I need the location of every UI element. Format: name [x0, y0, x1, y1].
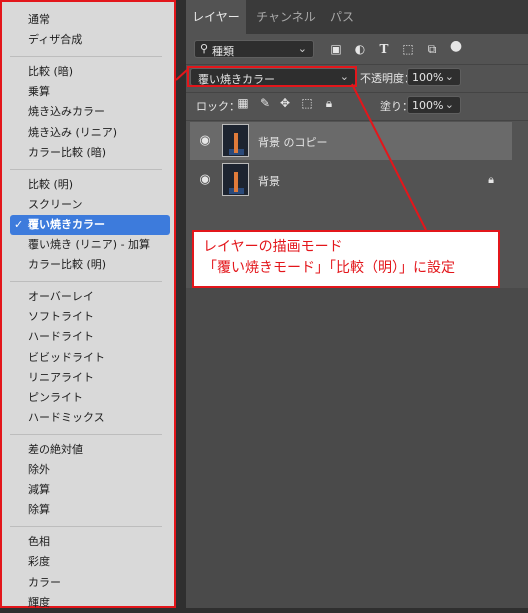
annotation-line-1: レイヤーの描画モード [203, 239, 343, 255]
callout-connector [175, 69, 427, 231]
annotation-line-2: 「覆い焼きモード」「比較（明）」に設定 [203, 260, 455, 276]
annotation-callout: レイヤーの描画モード 「覆い焼きモード」「比較（明）」に設定 [192, 230, 500, 288]
